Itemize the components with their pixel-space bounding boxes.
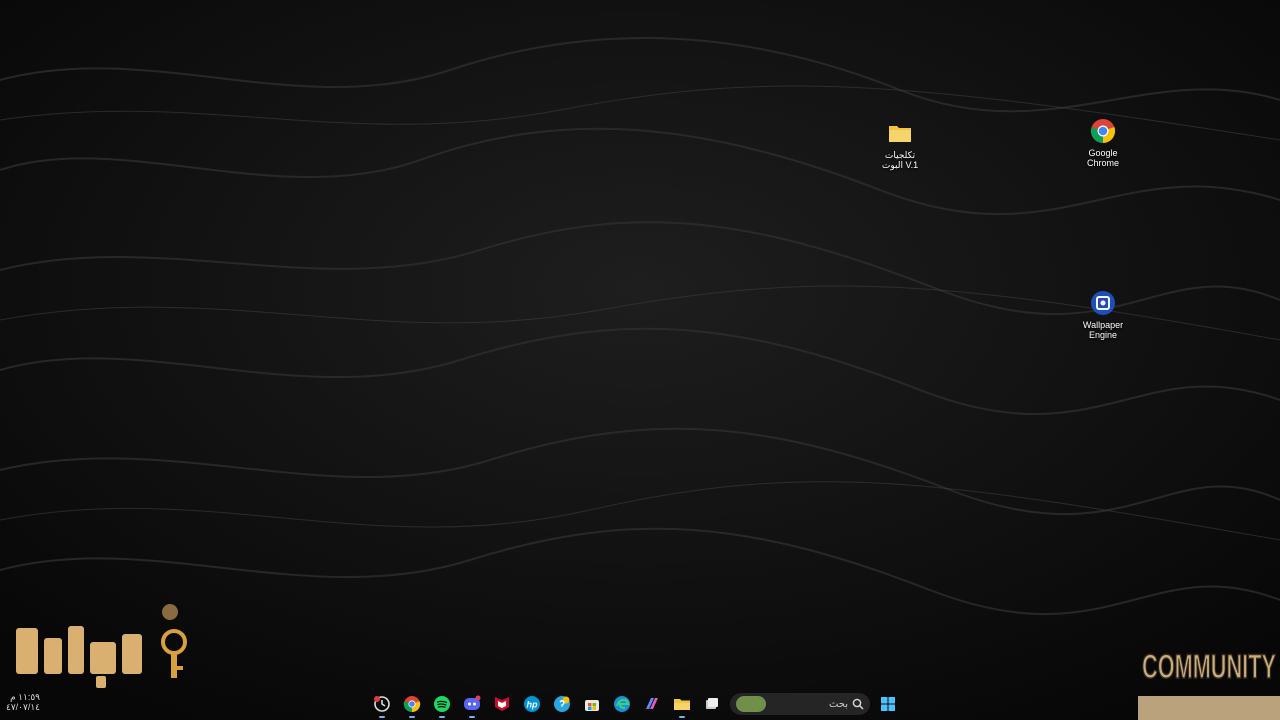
windows-start-icon [881,697,895,711]
start-button[interactable] [876,692,900,716]
file-explorer-taskbar-button[interactable] [670,692,694,718]
copilot-icon [646,698,658,709]
support-icon [554,696,570,712]
file-explorer-icon [674,699,690,710]
search-highlight-thumbnail [736,696,766,712]
community-logo-text: COMMUNITY [1142,648,1276,686]
support-taskbar-button[interactable] [550,692,574,716]
desktop-folder-icon[interactable]: تكلجيات البوت V.1 [870,120,930,170]
screen-recorder-button[interactable] [370,692,394,718]
store-taskbar-button[interactable] [580,692,604,716]
discord-taskbar-button[interactable] [460,692,484,718]
mcafee-taskbar-button[interactable] [490,692,514,716]
clock-time: ١١:٥٩ م [10,692,40,702]
desktop-wallpaper-engine-shortcut[interactable]: Wallpaper Engine [1073,290,1133,340]
store-icon [585,700,599,711]
spotify-icon [434,696,450,712]
svg-text:hp: hp [527,700,538,710]
copilot-taskbar-button[interactable] [640,692,664,716]
hp-taskbar-button[interactable]: hp [520,692,544,716]
hp-icon: hp [524,696,540,712]
wallpaper-engine-icon [1091,291,1115,315]
search-icon [852,698,864,710]
chrome-icon [1090,119,1116,144]
desktop-wallpaper [0,0,1280,720]
folder-icon [889,126,911,142]
clock[interactable]: ١١:٥٩ م ٤٧/٠٧/١٤ [4,692,40,712]
discord-icon [464,695,481,710]
desktop-chrome-shortcut[interactable]: Google Chrome [1073,118,1133,168]
clock-date: ٤٧/٠٧/١٤ [5,702,40,712]
desktop-icon-label: Google Chrome [1086,148,1119,168]
taskbar-search-box[interactable]: بحث [730,693,870,715]
key-logo [16,604,187,688]
chrome-icon [403,696,421,713]
desktop-icon-label: تكلجيات البوت V.1 [881,150,919,170]
screen-recorder-icon [374,696,390,712]
task-view-icon [706,698,718,709]
search-placeholder: بحث [828,698,848,710]
taskbar: hp بحث [370,690,910,718]
edge-taskbar-button[interactable] [610,692,634,716]
edge-icon [614,696,630,712]
spotify-taskbar-button[interactable] [430,692,454,718]
desktop-icon-label: Wallpaper Engine [1082,320,1124,340]
community-logo: COMMUNITY [1138,647,1280,720]
chrome-taskbar-button[interactable] [400,692,424,718]
mcafee-icon [495,697,509,711]
task-view-button[interactable] [700,692,724,716]
